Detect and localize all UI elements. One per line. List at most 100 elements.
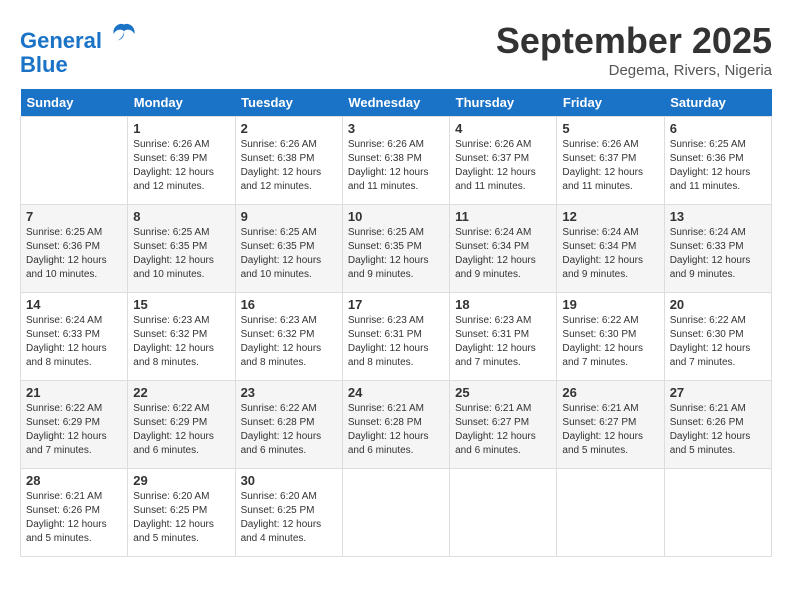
- calendar-cell: [450, 469, 557, 557]
- day-info: Sunrise: 6:24 AM Sunset: 6:34 PM Dayligh…: [562, 226, 658, 282]
- logo: General Blue: [20, 20, 138, 77]
- calendar-cell: 4 Sunrise: 6:26 AM Sunset: 6:37 PM Daylig…: [450, 117, 557, 205]
- logo-bird-icon: [110, 20, 138, 48]
- day-number: 13: [670, 209, 766, 224]
- calendar-cell: 15Sunrise: 6:23 AM Sunset: 6:32 PM Dayli…: [128, 293, 235, 381]
- day-number: 2: [241, 121, 337, 136]
- calendar-cell: 20 Sunrise: 6:22 AM Sunset: 6:30 PM Dayli…: [664, 293, 771, 381]
- day-info: Sunrise: 6:25 AM Sunset: 6:36 PM Dayligh…: [26, 226, 122, 282]
- header-saturday: Saturday: [664, 89, 771, 117]
- day-info: Sunrise: 6:22 AM Sunset: 6:29 PM Dayligh…: [133, 402, 229, 458]
- calendar-cell: 3 Sunrise: 6:26 AM Sunset: 6:38 PM Daylig…: [342, 117, 449, 205]
- day-info: Sunrise: 6:22 AM Sunset: 6:28 PM Dayligh…: [241, 402, 337, 458]
- day-info: Sunrise: 6:21 AM Sunset: 6:26 PM Dayligh…: [670, 402, 766, 458]
- day-info: Sunrise: 6:25 AM Sunset: 6:35 PM Dayligh…: [348, 226, 444, 282]
- calendar-cell: 18 Sunrise: 6:23 AM Sunset: 6:31 PM Dayli…: [450, 293, 557, 381]
- day-info: Sunrise: 6:21 AM Sunset: 6:28 PM Dayligh…: [348, 402, 444, 458]
- calendar-cell: 22 Sunrise: 6:22 AM Sunset: 6:29 PM Dayli…: [128, 381, 235, 469]
- title-block: September 2025 Degema, Rivers, Nigeria: [496, 20, 772, 79]
- day-info: Sunrise: 6:22 AM Sunset: 6:30 PM Dayligh…: [562, 314, 658, 370]
- day-number: 24: [348, 385, 444, 400]
- day-number: 8: [133, 209, 229, 224]
- header-tuesday: Tuesday: [235, 89, 342, 117]
- calendar-cell: 17Sunrise: 6:23 AM Sunset: 6:31 PM Dayli…: [342, 293, 449, 381]
- header-wednesday: Wednesday: [342, 89, 449, 117]
- calendar-table: SundayMondayTuesdayWednesdayThursdayFrid…: [20, 89, 772, 557]
- calendar-cell: 16 Sunrise: 6:23 AM Sunset: 6:32 PM Dayli…: [235, 293, 342, 381]
- day-number: 29: [133, 473, 229, 488]
- calendar-cell: 13 Sunrise: 6:24 AM Sunset: 6:33 PM Dayli…: [664, 205, 771, 293]
- calendar-cell: 8 Sunrise: 6:25 AM Sunset: 6:35 PM Daylig…: [128, 205, 235, 293]
- calendar-cell: 29 Sunrise: 6:20 AM Sunset: 6:25 PM Dayli…: [128, 469, 235, 557]
- day-number: 17: [348, 297, 444, 312]
- day-number: 16: [241, 297, 337, 312]
- day-number: 21: [26, 385, 122, 400]
- day-info: Sunrise: 6:24 AM Sunset: 6:33 PM Dayligh…: [670, 226, 766, 282]
- day-info: Sunrise: 6:20 AM Sunset: 6:25 PM Dayligh…: [241, 490, 337, 546]
- day-info: Sunrise: 6:22 AM Sunset: 6:29 PM Dayligh…: [26, 402, 122, 458]
- calendar-cell: 27 Sunrise: 6:21 AM Sunset: 6:26 PM Dayli…: [664, 381, 771, 469]
- month-title: September 2025: [496, 20, 772, 62]
- header-friday: Friday: [557, 89, 664, 117]
- calendar-cell: [664, 469, 771, 557]
- page-header: General Blue September 2025 Degema, Rive…: [20, 20, 772, 79]
- day-number: 25: [455, 385, 551, 400]
- calendar-cell: 21 Sunrise: 6:22 AM Sunset: 6:29 PM Dayli…: [21, 381, 128, 469]
- day-number: 30: [241, 473, 337, 488]
- day-info: Sunrise: 6:24 AM Sunset: 6:33 PM Dayligh…: [26, 314, 122, 370]
- calendar-cell: 9Sunrise: 6:25 AM Sunset: 6:35 PM Daylig…: [235, 205, 342, 293]
- day-info: Sunrise: 6:23 AM Sunset: 6:31 PM Dayligh…: [455, 314, 551, 370]
- day-info: Sunrise: 6:21 AM Sunset: 6:27 PM Dayligh…: [562, 402, 658, 458]
- calendar-cell: [557, 469, 664, 557]
- calendar-cell: 10 Sunrise: 6:25 AM Sunset: 6:35 PM Dayli…: [342, 205, 449, 293]
- calendar-cell: 30 Sunrise: 6:20 AM Sunset: 6:25 PM Dayli…: [235, 469, 342, 557]
- day-number: 10: [348, 209, 444, 224]
- day-info: Sunrise: 6:26 AM Sunset: 6:38 PM Dayligh…: [241, 138, 337, 194]
- day-info: Sunrise: 6:26 AM Sunset: 6:38 PM Dayligh…: [348, 138, 444, 194]
- day-number: 12: [562, 209, 658, 224]
- day-info: Sunrise: 6:21 AM Sunset: 6:27 PM Dayligh…: [455, 402, 551, 458]
- day-info: Sunrise: 6:22 AM Sunset: 6:30 PM Dayligh…: [670, 314, 766, 370]
- week-row-5: 28Sunrise: 6:21 AM Sunset: 6:26 PM Dayli…: [21, 469, 772, 557]
- header-monday: Monday: [128, 89, 235, 117]
- calendar-cell: 14 Sunrise: 6:24 AM Sunset: 6:33 PM Dayli…: [21, 293, 128, 381]
- day-number: 18: [455, 297, 551, 312]
- day-info: Sunrise: 6:26 AM Sunset: 6:37 PM Dayligh…: [562, 138, 658, 194]
- calendar-cell: 26 Sunrise: 6:21 AM Sunset: 6:27 PM Dayli…: [557, 381, 664, 469]
- day-number: 20: [670, 297, 766, 312]
- day-number: 14: [26, 297, 122, 312]
- calendar-cell: 19Sunrise: 6:22 AM Sunset: 6:30 PM Dayli…: [557, 293, 664, 381]
- week-row-2: 7 Sunrise: 6:25 AM Sunset: 6:36 PM Daylig…: [21, 205, 772, 293]
- day-info: Sunrise: 6:26 AM Sunset: 6:37 PM Dayligh…: [455, 138, 551, 194]
- day-number: 5: [562, 121, 658, 136]
- day-info: Sunrise: 6:24 AM Sunset: 6:34 PM Dayligh…: [455, 226, 551, 282]
- calendar-cell: 6 Sunrise: 6:25 AM Sunset: 6:36 PM Daylig…: [664, 117, 771, 205]
- location-subtitle: Degema, Rivers, Nigeria: [496, 62, 772, 79]
- day-info: Sunrise: 6:23 AM Sunset: 6:32 PM Dayligh…: [241, 314, 337, 370]
- day-info: Sunrise: 6:20 AM Sunset: 6:25 PM Dayligh…: [133, 490, 229, 546]
- calendar-header-row: SundayMondayTuesdayWednesdayThursdayFrid…: [21, 89, 772, 117]
- week-row-1: 1Sunrise: 6:26 AM Sunset: 6:39 PM Daylig…: [21, 117, 772, 205]
- day-number: 3: [348, 121, 444, 136]
- day-info: Sunrise: 6:25 AM Sunset: 6:36 PM Dayligh…: [670, 138, 766, 194]
- calendar-cell: 11Sunrise: 6:24 AM Sunset: 6:34 PM Dayli…: [450, 205, 557, 293]
- logo-blue-text: Blue: [20, 53, 138, 77]
- day-number: 7: [26, 209, 122, 224]
- day-number: 27: [670, 385, 766, 400]
- day-number: 4: [455, 121, 551, 136]
- logo-text: General: [20, 20, 138, 53]
- day-info: Sunrise: 6:25 AM Sunset: 6:35 PM Dayligh…: [133, 226, 229, 282]
- day-number: 26: [562, 385, 658, 400]
- day-number: 22: [133, 385, 229, 400]
- calendar-cell: [21, 117, 128, 205]
- calendar-cell: 2 Sunrise: 6:26 AM Sunset: 6:38 PM Daylig…: [235, 117, 342, 205]
- calendar-cell: 1Sunrise: 6:26 AM Sunset: 6:39 PM Daylig…: [128, 117, 235, 205]
- calendar-cell: 28Sunrise: 6:21 AM Sunset: 6:26 PM Dayli…: [21, 469, 128, 557]
- day-info: Sunrise: 6:26 AM Sunset: 6:39 PM Dayligh…: [133, 138, 229, 194]
- calendar-cell: [342, 469, 449, 557]
- calendar-cell: 7 Sunrise: 6:25 AM Sunset: 6:36 PM Daylig…: [21, 205, 128, 293]
- day-number: 15: [133, 297, 229, 312]
- day-number: 6: [670, 121, 766, 136]
- calendar-cell: 12 Sunrise: 6:24 AM Sunset: 6:34 PM Dayli…: [557, 205, 664, 293]
- day-number: 23: [241, 385, 337, 400]
